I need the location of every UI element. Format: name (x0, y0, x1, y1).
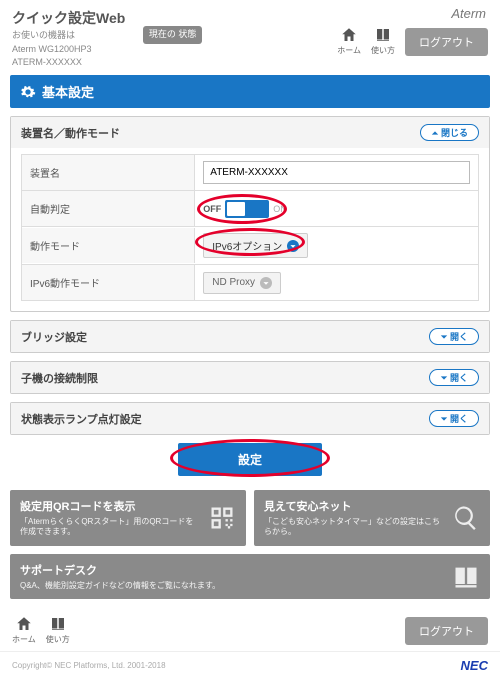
card-support-title: サポートデスク (20, 562, 444, 578)
auto-detect-label: 自動判定 (22, 191, 195, 226)
page-title: 基本設定 (42, 82, 94, 101)
footer-home-button[interactable]: ホーム (12, 615, 36, 645)
panel-lamp-title: 状態表示ランプ点灯設定 (21, 411, 142, 427)
op-mode-select[interactable]: IPv6オプション (203, 233, 308, 258)
ipv6-mode-label: IPv6動作モード (22, 265, 195, 300)
chevron-up-icon (431, 129, 439, 137)
submit-button[interactable]: 設定 (178, 443, 322, 476)
ipv6-mode-select: ND Proxy (203, 272, 281, 294)
card-support[interactable]: サポートデスク Q&A、機能別設定ガイドなどの情報をご覧になれます。 (10, 554, 490, 599)
magnifier-icon (452, 504, 480, 532)
footer: ホーム 使い方 ログアウト (0, 609, 500, 651)
panel-lamp-header[interactable]: 状態表示ランプ点灯設定 開く (11, 403, 489, 434)
op-mode-label: 動作モード (22, 228, 195, 263)
brand-logo: Aterm (451, 6, 486, 21)
home-button[interactable]: ホーム (337, 26, 361, 56)
card-qr-title: 設定用QRコードを表示 (20, 498, 200, 514)
panel-child-header[interactable]: 子機の接続制限 開く (11, 362, 489, 393)
chevron-down-icon (440, 415, 448, 423)
panel-child: 子機の接続制限 開く (10, 361, 490, 394)
panel-device: 装置名／動作モード 閉じる 装置名 自動判定 OFF ON (10, 116, 490, 312)
row-ipv6-mode: IPv6動作モード ND Proxy (21, 264, 479, 301)
help-label: 使い方 (371, 45, 395, 56)
help-button[interactable]: 使い方 (371, 26, 395, 56)
device-line2: Aterm WG1200HP3 (12, 44, 131, 56)
open-label: 開く (450, 412, 468, 425)
panel-bridge: ブリッジ設定 開く (10, 320, 490, 353)
device-line1: お使いの機器は (12, 30, 131, 42)
panel-lamp: 状態表示ランプ点灯設定 開く (10, 402, 490, 435)
copyright-text: Copyright© NEC Platforms, Ltd. 2001-2018 (12, 661, 166, 670)
op-mode-value: IPv6オプション (212, 238, 282, 253)
card-support-desc: Q&A、機能別設定ガイドなどの情報をご覧になれます。 (20, 581, 444, 591)
open-label: 開く (450, 371, 468, 384)
card-qr[interactable]: 設定用QRコードを表示 「AtermらくらくQRスタート」用のQRコードを作成で… (10, 490, 246, 546)
card-safe-desc: 「こども安心ネットタイマー」などの設定はこちらから。 (264, 517, 444, 538)
row-op-mode: 動作モード IPv6オプション (21, 226, 479, 265)
book-icon (374, 26, 392, 44)
row-device-name: 装置名 (21, 154, 479, 191)
home-icon (340, 26, 358, 44)
open-pill[interactable]: 開く (429, 410, 479, 427)
header: クイック設定Web お使いの機器は Aterm WG1200HP3 ATERM-… (0, 0, 500, 75)
switch-on-label: ON (273, 204, 287, 214)
auto-detect-switch[interactable]: OFF ON (203, 200, 287, 218)
device-line3: ATERM-XXXXXX (12, 57, 131, 69)
card-qr-desc: 「AtermらくらくQRスタート」用のQRコードを作成できます。 (20, 517, 200, 538)
panel-child-title: 子機の接続制限 (21, 370, 98, 386)
switch-knob (227, 202, 245, 216)
chevron-down-icon (260, 277, 272, 289)
status-badge[interactable]: 現在の 状態 (143, 26, 203, 44)
switch-off-label: OFF (203, 204, 221, 214)
open-label: 開く (450, 330, 468, 343)
home-label: ホーム (337, 45, 361, 56)
qr-icon (208, 504, 236, 532)
book-icon (452, 563, 480, 591)
book-icon (49, 615, 67, 633)
close-pill[interactable]: 閉じる (420, 124, 479, 141)
close-label: 閉じる (441, 126, 468, 139)
device-name-input[interactable] (203, 161, 470, 184)
open-pill[interactable]: 開く (429, 328, 479, 345)
device-name-label: 装置名 (22, 155, 195, 190)
copyright-bar: Copyright© NEC Platforms, Ltd. 2001-2018… (0, 651, 500, 679)
row-auto-detect: 自動判定 OFF ON (21, 190, 479, 227)
footer-logout-button[interactable]: ログアウト (405, 617, 488, 645)
ipv6-mode-value: ND Proxy (212, 277, 255, 288)
page-title-bar: 基本設定 (10, 75, 490, 108)
footer-help-label: 使い方 (46, 634, 70, 645)
logout-button[interactable]: ログアウト (405, 28, 488, 56)
header-info: クイック設定Web お使いの機器は Aterm WG1200HP3 ATERM-… (12, 8, 131, 69)
switch-track (225, 200, 269, 218)
panel-device-title: 装置名／動作モード (21, 125, 120, 141)
panel-bridge-header[interactable]: ブリッジ設定 開く (11, 321, 489, 352)
card-safe-title: 見えて安心ネット (264, 498, 444, 514)
gear-icon (20, 84, 36, 100)
card-safe[interactable]: 見えて安心ネット 「こども安心ネットタイマー」などの設定はこちらから。 (254, 490, 490, 546)
open-pill[interactable]: 開く (429, 369, 479, 386)
nec-logo: NEC (461, 658, 488, 673)
chevron-down-icon (440, 333, 448, 341)
chevron-down-icon (440, 374, 448, 382)
app-title: クイック設定Web (12, 8, 131, 28)
home-icon (15, 615, 33, 633)
chevron-down-icon (287, 240, 299, 252)
footer-help-button[interactable]: 使い方 (46, 615, 70, 645)
panel-bridge-title: ブリッジ設定 (21, 329, 87, 345)
footer-home-label: ホーム (12, 634, 36, 645)
panel-device-header[interactable]: 装置名／動作モード 閉じる (11, 117, 489, 148)
